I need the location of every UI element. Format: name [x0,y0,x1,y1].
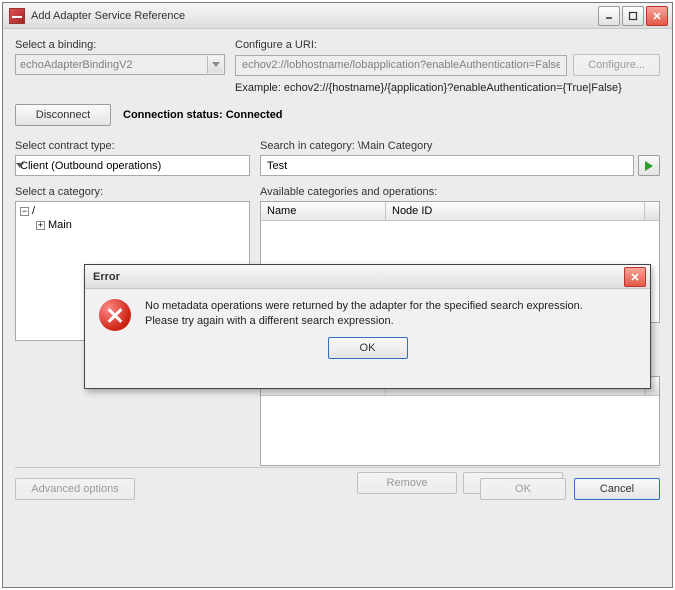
expand-icon[interactable]: + [36,221,45,230]
binding-value: echoAdapterBindingV2 [20,59,133,71]
window-title: Add Adapter Service Reference [31,10,598,22]
available-label: Available categories and operations: [260,186,660,198]
close-button[interactable] [646,6,668,26]
configure-button[interactable]: Configure... [573,54,660,76]
search-arrow-icon [642,159,656,173]
collapse-icon[interactable]: − [20,207,29,216]
search-label: Search in category: \Main Category [260,140,660,152]
window-controls [598,6,668,26]
app-icon [9,8,25,24]
search-section: Search in category: \Main Category [260,140,660,176]
cancel-button[interactable]: Cancel [574,478,660,500]
uri-value [240,58,562,72]
error-icon [99,299,131,331]
contract-combo[interactable] [15,155,250,176]
tree-child-label: Main [48,219,72,231]
ok-button[interactable]: OK [480,478,566,500]
error-ok-button[interactable]: OK [328,337,408,359]
uri-section: Configure a URI: Configure... [235,39,660,76]
uri-textbox [235,55,567,76]
contract-section: Select contract type: [15,140,250,176]
binding-combo: echoAdapterBindingV2 [15,54,225,75]
error-titlebar: Error [85,265,650,289]
tree-root-label: / [32,205,35,217]
error-message-line2: Please try again with a different search… [145,314,583,329]
connection-status-value: Connected [226,109,283,121]
connection-row: Disconnect Connection status: Connected [15,104,660,126]
error-dialog: Error No metadata operations were return… [84,264,651,389]
error-title: Error [93,271,624,283]
main-titlebar: Add Adapter Service Reference [3,3,672,29]
footer: Advanced options OK Cancel [15,467,660,500]
connection-status: Connection status: Connected [123,109,283,121]
uri-example: Example: echov2://{hostname}/{applicatio… [235,82,660,94]
contract-search-row: Select contract type: Search in category… [15,140,660,176]
error-footer: OK [85,337,650,368]
top-row: Select a binding: echoAdapterBindingV2 C… [15,39,660,76]
binding-section: Select a binding: echoAdapterBindingV2 [15,39,225,76]
available-col-name[interactable]: Name [261,202,386,221]
contract-label: Select contract type: [15,140,250,152]
binding-label: Select a binding: [15,39,225,51]
added-list[interactable]: Name Node ID [260,376,660,466]
maximize-button[interactable] [622,6,644,26]
minimize-button[interactable] [598,6,620,26]
chevron-down-icon [207,56,223,73]
disconnect-button[interactable]: Disconnect [15,104,111,126]
error-body: No metadata operations were returned by … [85,289,650,337]
contract-value[interactable] [16,156,231,175]
uri-label: Configure a URI: [235,39,660,51]
advanced-options-button[interactable]: Advanced options [15,478,135,500]
category-label: Select a category: [15,186,250,198]
error-message: No metadata operations were returned by … [145,299,583,329]
available-col-spacer [645,202,659,221]
search-textbox[interactable] [260,155,634,176]
available-col-nodeid[interactable]: Node ID [386,202,645,221]
error-message-line1: No metadata operations were returned by … [145,299,583,314]
search-go-button[interactable] [638,155,660,176]
available-list-header: Name Node ID [261,202,659,221]
chevron-down-icon[interactable] [16,163,24,168]
tree-child[interactable]: + Main [34,218,247,232]
connection-status-label: Connection status: [123,109,223,121]
search-input[interactable] [265,159,629,173]
tree-root[interactable]: − / [18,204,247,218]
error-close-button[interactable] [624,267,646,287]
